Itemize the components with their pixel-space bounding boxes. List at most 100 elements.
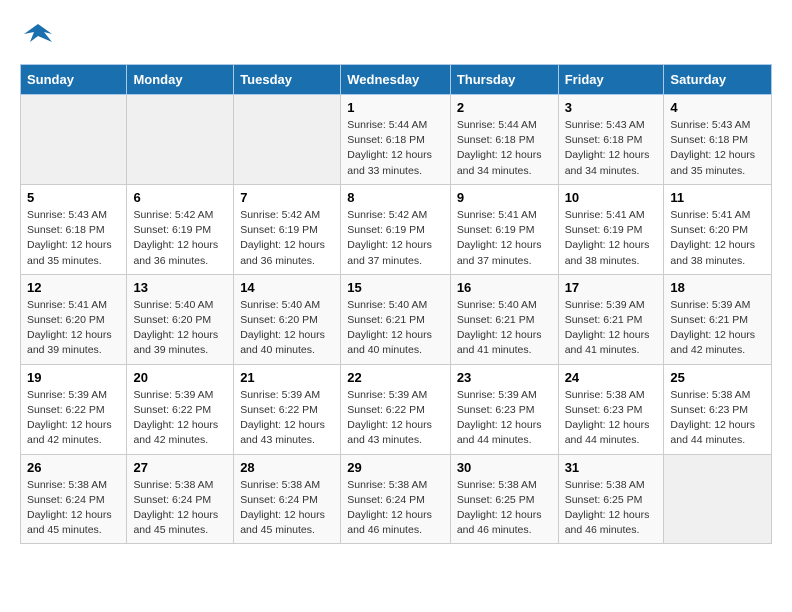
day-info: Sunrise: 5:41 AM Sunset: 6:19 PM Dayligh…: [565, 208, 658, 269]
day-number: 6: [133, 190, 227, 205]
day-number: 16: [457, 280, 552, 295]
day-cell: [234, 95, 341, 185]
day-cell: 1 Sunrise: 5:44 AM Sunset: 6:18 PM Daylig…: [341, 95, 451, 185]
day-info: Sunrise: 5:39 AM Sunset: 6:21 PM Dayligh…: [670, 298, 765, 359]
day-info: Sunrise: 5:41 AM Sunset: 6:20 PM Dayligh…: [27, 298, 120, 359]
week-row-1: 1 Sunrise: 5:44 AM Sunset: 6:18 PM Daylig…: [21, 95, 772, 185]
day-cell: 10 Sunrise: 5:41 AM Sunset: 6:19 PM Dayli…: [558, 184, 664, 274]
page-header: [20, 20, 772, 48]
day-number: 28: [240, 460, 334, 475]
day-cell: 22 Sunrise: 5:39 AM Sunset: 6:22 PM Dayli…: [341, 364, 451, 454]
day-cell: 29Sunrise: 5:38 AM Sunset: 6:24 PM Dayli…: [341, 454, 451, 544]
day-info: Sunrise: 5:38 AM Sunset: 6:25 PM Dayligh…: [457, 478, 552, 539]
day-info: Sunrise: 5:38 AM Sunset: 6:24 PM Dayligh…: [27, 478, 120, 539]
day-cell: 19 Sunrise: 5:39 AM Sunset: 6:22 PM Dayli…: [21, 364, 127, 454]
day-cell: 14 Sunrise: 5:40 AM Sunset: 6:20 PM Dayli…: [234, 274, 341, 364]
day-number: 7: [240, 190, 334, 205]
day-info: Sunrise: 5:39 AM Sunset: 6:22 PM Dayligh…: [27, 388, 120, 449]
week-row-5: 26 Sunrise: 5:38 AM Sunset: 6:24 PM Dayli…: [21, 454, 772, 544]
day-number: 20: [133, 370, 227, 385]
day-number: 2: [457, 100, 552, 115]
day-info: Sunrise: 5:43 AM Sunset: 6:18 PM Dayligh…: [670, 118, 765, 179]
day-cell: [127, 95, 234, 185]
day-number: 9: [457, 190, 552, 205]
day-number: 22: [347, 370, 444, 385]
day-cell: 11 Sunrise: 5:41 AM Sunset: 6:20 PM Dayli…: [664, 184, 772, 274]
day-number: 12: [27, 280, 120, 295]
day-info: Sunrise: 5:38 AM Sunset: 6:23 PM Dayligh…: [565, 388, 658, 449]
day-info: Sunrise: 5:39 AM Sunset: 6:22 PM Dayligh…: [347, 388, 444, 449]
day-info: Sunrise: 5:42 AM Sunset: 6:19 PM Dayligh…: [240, 208, 334, 269]
day-cell: 28 Sunrise: 5:38 AM Sunset: 6:24 PM Dayli…: [234, 454, 341, 544]
day-info: Sunrise: 5:39 AM Sunset: 6:21 PM Dayligh…: [565, 298, 658, 359]
day-cell: 5 Sunrise: 5:43 AM Sunset: 6:18 PM Daylig…: [21, 184, 127, 274]
day-cell: 12 Sunrise: 5:41 AM Sunset: 6:20 PM Dayli…: [21, 274, 127, 364]
day-number: 14: [240, 280, 334, 295]
day-cell: 3 Sunrise: 5:43 AM Sunset: 6:18 PM Daylig…: [558, 95, 664, 185]
day-info: Sunrise: 5:38 AM Sunset: 6:25 PM Dayligh…: [565, 478, 658, 539]
day-info: Sunrise: 5:39 AM Sunset: 6:22 PM Dayligh…: [133, 388, 227, 449]
day-number: 30: [457, 460, 552, 475]
calendar-body: 1 Sunrise: 5:44 AM Sunset: 6:18 PM Daylig…: [21, 95, 772, 544]
day-cell: 20 Sunrise: 5:39 AM Sunset: 6:22 PM Dayli…: [127, 364, 234, 454]
day-cell: 9Sunrise: 5:41 AM Sunset: 6:19 PM Daylig…: [450, 184, 558, 274]
day-info: Sunrise: 5:43 AM Sunset: 6:18 PM Dayligh…: [565, 118, 658, 179]
logo: [20, 20, 52, 48]
day-cell: 25 Sunrise: 5:38 AM Sunset: 6:23 PM Dayli…: [664, 364, 772, 454]
day-info: Sunrise: 5:38 AM Sunset: 6:23 PM Dayligh…: [670, 388, 765, 449]
day-cell: 13Sunrise: 5:40 AM Sunset: 6:20 PM Dayli…: [127, 274, 234, 364]
day-cell: 23Sunrise: 5:39 AM Sunset: 6:23 PM Dayli…: [450, 364, 558, 454]
day-info: Sunrise: 5:38 AM Sunset: 6:24 PM Dayligh…: [240, 478, 334, 539]
calendar-table: SundayMondayTuesdayWednesdayThursdayFrid…: [20, 64, 772, 544]
day-number: 1: [347, 100, 444, 115]
header-friday: Friday: [558, 65, 664, 95]
day-number: 5: [27, 190, 120, 205]
header-monday: Monday: [127, 65, 234, 95]
day-info: Sunrise: 5:40 AM Sunset: 6:20 PM Dayligh…: [133, 298, 227, 359]
day-info: Sunrise: 5:43 AM Sunset: 6:18 PM Dayligh…: [27, 208, 120, 269]
header-saturday: Saturday: [664, 65, 772, 95]
header-row: SundayMondayTuesdayWednesdayThursdayFrid…: [21, 65, 772, 95]
day-cell: 24 Sunrise: 5:38 AM Sunset: 6:23 PM Dayli…: [558, 364, 664, 454]
day-info: Sunrise: 5:42 AM Sunset: 6:19 PM Dayligh…: [133, 208, 227, 269]
day-number: 27: [133, 460, 227, 475]
day-cell: [21, 95, 127, 185]
day-number: 17: [565, 280, 658, 295]
day-cell: 6 Sunrise: 5:42 AM Sunset: 6:19 PM Daylig…: [127, 184, 234, 274]
day-cell: 18Sunrise: 5:39 AM Sunset: 6:21 PM Dayli…: [664, 274, 772, 364]
day-number: 3: [565, 100, 658, 115]
day-cell: 2 Sunrise: 5:44 AM Sunset: 6:18 PM Daylig…: [450, 95, 558, 185]
day-number: 4: [670, 100, 765, 115]
day-cell: 4 Sunrise: 5:43 AM Sunset: 6:18 PM Daylig…: [664, 95, 772, 185]
day-cell: 16 Sunrise: 5:40 AM Sunset: 6:21 PM Dayli…: [450, 274, 558, 364]
day-cell: 15Sunrise: 5:40 AM Sunset: 6:21 PM Dayli…: [341, 274, 451, 364]
week-row-4: 19 Sunrise: 5:39 AM Sunset: 6:22 PM Dayli…: [21, 364, 772, 454]
day-number: 24: [565, 370, 658, 385]
day-number: 19: [27, 370, 120, 385]
logo-bird-icon: [24, 20, 52, 48]
day-info: Sunrise: 5:39 AM Sunset: 6:22 PM Dayligh…: [240, 388, 334, 449]
day-number: 10: [565, 190, 658, 205]
day-cell: 26 Sunrise: 5:38 AM Sunset: 6:24 PM Dayli…: [21, 454, 127, 544]
calendar-header: SundayMondayTuesdayWednesdayThursdayFrid…: [21, 65, 772, 95]
day-info: Sunrise: 5:44 AM Sunset: 6:18 PM Dayligh…: [347, 118, 444, 179]
day-number: 15: [347, 280, 444, 295]
day-info: Sunrise: 5:42 AM Sunset: 6:19 PM Dayligh…: [347, 208, 444, 269]
day-number: 11: [670, 190, 765, 205]
day-cell: 30 Sunrise: 5:38 AM Sunset: 6:25 PM Dayli…: [450, 454, 558, 544]
header-tuesday: Tuesday: [234, 65, 341, 95]
day-number: 21: [240, 370, 334, 385]
week-row-3: 12 Sunrise: 5:41 AM Sunset: 6:20 PM Dayli…: [21, 274, 772, 364]
day-info: Sunrise: 5:40 AM Sunset: 6:20 PM Dayligh…: [240, 298, 334, 359]
week-row-2: 5 Sunrise: 5:43 AM Sunset: 6:18 PM Daylig…: [21, 184, 772, 274]
day-number: 8: [347, 190, 444, 205]
day-number: 26: [27, 460, 120, 475]
day-cell: 17 Sunrise: 5:39 AM Sunset: 6:21 PM Dayli…: [558, 274, 664, 364]
day-info: Sunrise: 5:40 AM Sunset: 6:21 PM Dayligh…: [457, 298, 552, 359]
day-number: 25: [670, 370, 765, 385]
day-info: Sunrise: 5:44 AM Sunset: 6:18 PM Dayligh…: [457, 118, 552, 179]
day-info: Sunrise: 5:41 AM Sunset: 6:20 PM Dayligh…: [670, 208, 765, 269]
day-number: 23: [457, 370, 552, 385]
header-thursday: Thursday: [450, 65, 558, 95]
header-wednesday: Wednesday: [341, 65, 451, 95]
